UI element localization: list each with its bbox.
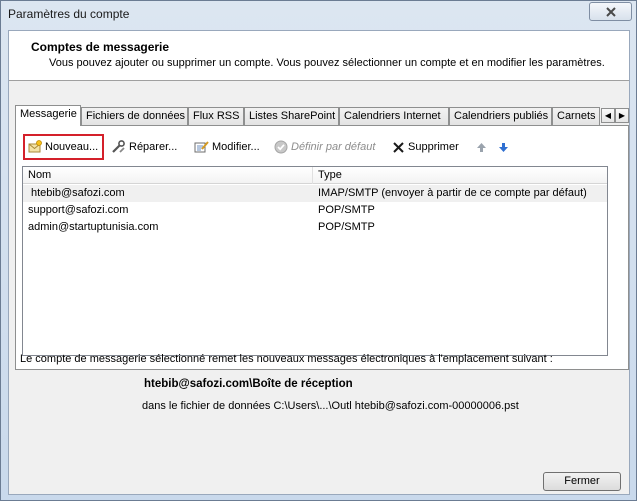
arrow-up-icon: [476, 142, 487, 153]
tab-strip: Messagerie Fichiers de données Flux RSS …: [15, 105, 629, 126]
delivery-data-file: dans le fichier de données C:\Users\...\…: [142, 400, 519, 412]
chevron-right-icon: ▶: [618, 111, 626, 120]
window-title: Paramètres du compte: [8, 7, 130, 21]
tab-carnets-d-adresses[interactable]: Carnets d'adresses: [552, 107, 600, 125]
set-default-label: Définir par défaut: [291, 141, 376, 153]
account-row[interactable]: htebib@safozi.com IMAP/SMTP (envoyer à p…: [23, 185, 607, 202]
account-settings-window: Paramètres du compte Comptes de messager…: [0, 0, 637, 501]
delete-label: Supprimer: [408, 141, 459, 153]
tab-calendriers-internet[interactable]: Calendriers Internet: [339, 107, 449, 125]
tab-calendriers-publies[interactable]: Calendriers publiés: [449, 107, 552, 125]
column-header-type[interactable]: Type: [313, 167, 607, 184]
account-type: IMAP/SMTP (envoyer à partir de ce compte…: [318, 187, 587, 199]
tab-listes-sharepoint[interactable]: Listes SharePoint: [244, 107, 339, 125]
account-row[interactable]: admin@startuptunisia.com POP/SMTP: [23, 219, 607, 236]
account-type: POP/SMTP: [318, 221, 375, 233]
wrench-icon: [111, 140, 126, 154]
column-header-name[interactable]: Nom: [23, 167, 313, 184]
new-account-icon: [28, 140, 42, 154]
set-default-button[interactable]: Définir par défaut: [274, 134, 375, 160]
account-name: admin@startuptunisia.com: [28, 221, 159, 233]
delete-x-icon: [392, 141, 405, 154]
modify-label: Modifier...: [212, 141, 260, 153]
tab-scroll-left-button[interactable]: ◀: [601, 108, 615, 123]
move-up-button[interactable]: [476, 134, 487, 160]
tab-messagerie[interactable]: Messagerie: [15, 105, 81, 126]
chevron-left-icon: ◀: [604, 111, 612, 120]
accounts-list-header: Nom Type: [23, 167, 607, 184]
close-icon: [605, 6, 617, 17]
messagerie-tab-panel: Nouveau... Réparer... Modifier... Défini…: [15, 125, 629, 370]
delivery-location-folder: htebib@safozi.com\Boîte de réception: [144, 378, 353, 390]
delivery-location-description: Le compte de messagerie sélectionné reme…: [20, 353, 553, 365]
dialog-client-area: Comptes de messagerie Vous pouvez ajoute…: [8, 30, 630, 495]
modify-button[interactable]: Modifier...: [194, 134, 260, 160]
tab-fichiers-de-donnees[interactable]: Fichiers de données: [81, 107, 188, 125]
tab-flux-rss[interactable]: Flux RSS: [188, 107, 244, 125]
account-type: POP/SMTP: [318, 204, 375, 216]
header-title: Comptes de messagerie: [31, 40, 170, 54]
accounts-list[interactable]: Nom Type htebib@safozi.com IMAP/SMTP (en…: [22, 166, 608, 356]
check-circle-icon: [274, 140, 288, 154]
new-account-label: Nouveau...: [45, 141, 99, 153]
delete-button[interactable]: Supprimer: [392, 134, 459, 160]
tab-scroll-right-button[interactable]: ▶: [615, 108, 629, 123]
account-row[interactable]: support@safozi.com POP/SMTP: [23, 202, 607, 219]
repair-button[interactable]: Réparer...: [111, 134, 177, 160]
accounts-toolbar: Nouveau... Réparer... Modifier... Défini…: [16, 134, 628, 160]
account-name: htebib@safozi.com: [31, 187, 125, 199]
modify-account-icon: [194, 140, 209, 154]
repair-label: Réparer...: [129, 141, 178, 153]
arrow-down-icon: [498, 142, 509, 153]
window-close-button[interactable]: [589, 2, 632, 21]
account-name: support@safozi.com: [28, 204, 129, 216]
new-account-button[interactable]: Nouveau...: [23, 134, 104, 160]
title-bar[interactable]: Paramètres du compte: [1, 1, 636, 29]
close-button[interactable]: Fermer: [543, 472, 621, 491]
header-panel: Comptes de messagerie Vous pouvez ajoute…: [9, 31, 629, 81]
header-description: Vous pouvez ajouter ou supprimer un comp…: [49, 57, 605, 69]
move-down-button[interactable]: [498, 134, 509, 160]
